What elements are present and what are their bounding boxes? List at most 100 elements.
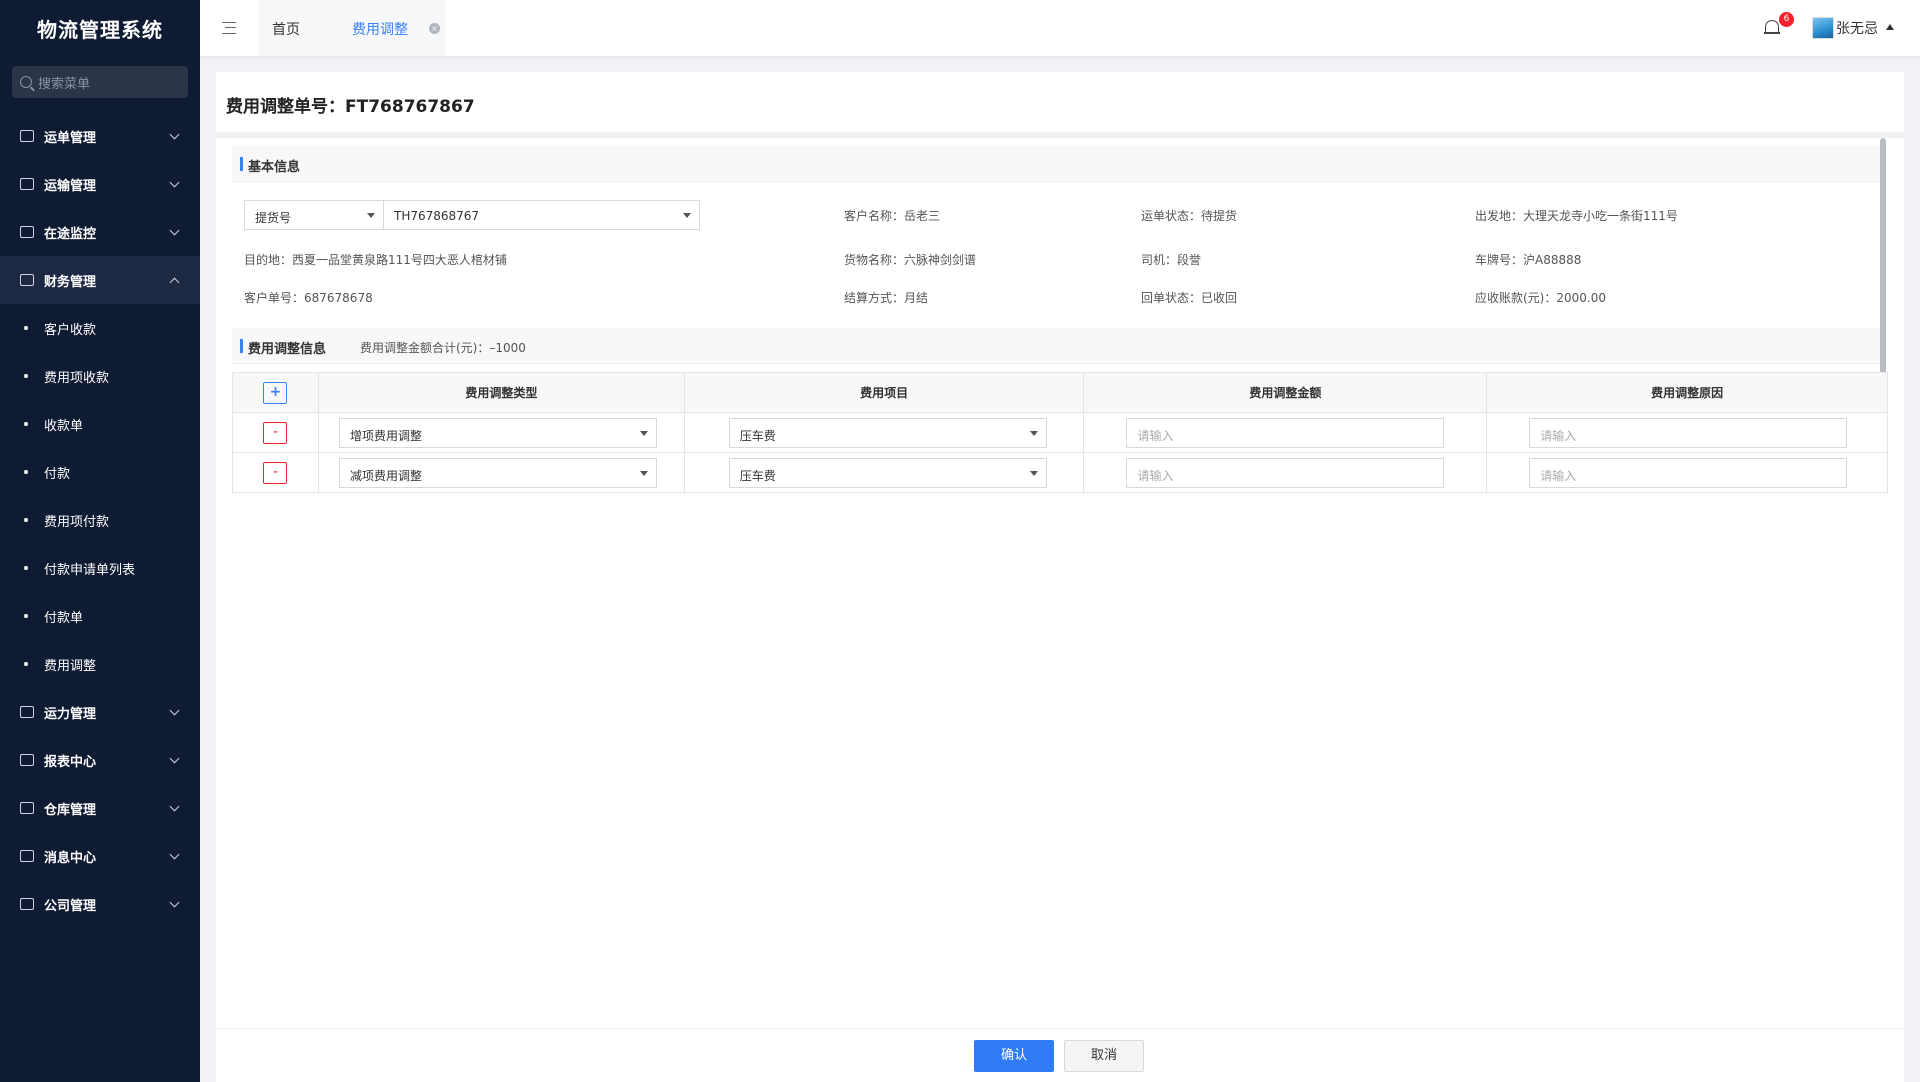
remove-row-button[interactable]: -	[263, 421, 288, 444]
tab-close-icon[interactable]: ×	[429, 23, 440, 34]
caret-up-icon[interactable]	[1886, 24, 1894, 30]
fee-item-select[interactable]: 压车费	[728, 458, 1047, 488]
fee-item-value: 压车费	[739, 429, 776, 443]
waybill-status: 运单状态：待提货	[1141, 209, 1238, 223]
sidebar-item-label: 公司管理	[44, 898, 97, 914]
bell-icon	[20, 850, 34, 862]
remove-row-button[interactable]: -	[263, 461, 288, 484]
type-cell: 减项费用调整	[317, 452, 685, 493]
sidebar-item-warehouse[interactable]: 仓库管理	[0, 784, 200, 832]
customer-order-no: 客户单号：687678678	[244, 291, 373, 305]
add-row-button[interactable]: +	[263, 381, 288, 404]
page-title: 费用调整单号：FT768767867	[226, 97, 475, 117]
row-action-cell: -	[232, 412, 319, 453]
table-row: - 减项费用调整 压车费 请输入 请输入	[232, 452, 1888, 493]
col-header-amount: 费用调整金额	[1083, 372, 1488, 413]
cancel-button[interactable]: 取消	[1064, 1040, 1144, 1072]
adjust-type-value: 增项费用调整	[349, 429, 422, 443]
receipt-status: 回单状态：已收回	[1141, 291, 1238, 305]
table-row: - 增项费用调整 压车费 请输入 请输入	[232, 412, 1888, 453]
section-accent-bar	[240, 157, 243, 171]
pickup-no-select[interactable]: TH767868767	[383, 200, 700, 230]
sidebar-subitem-payment-order[interactable]: 付款单	[0, 592, 200, 640]
sidebar-item-company[interactable]: 公司管理	[0, 880, 200, 928]
truck-icon	[20, 178, 34, 190]
building-icon	[20, 898, 34, 910]
goods-name: 货物名称：六脉神剑剑谱	[844, 253, 977, 267]
sidebar-item-tracking[interactable]: 在途监控	[0, 208, 200, 256]
adjust-total: 费用调整金额合计(元)：–1000	[360, 341, 526, 355]
tab-fee-adjust[interactable]: 费用调整	[352, 19, 408, 39]
title-card: 费用调整单号：FT768767867	[216, 72, 1904, 132]
sidebar-item-label: 财务管理	[44, 274, 97, 290]
add-row-cell: +	[232, 372, 319, 413]
reason-cell: 请输入	[1486, 452, 1888, 493]
pickup-type-select[interactable]: 提货号	[244, 200, 384, 230]
adjust-reason-input[interactable]: 请输入	[1529, 458, 1848, 488]
dropdown-arrow-icon	[639, 471, 648, 476]
pickup-type-value: 提货号	[255, 211, 292, 225]
settlement-method: 结算方式：月结	[844, 291, 929, 305]
amount-cell: 请输入	[1083, 412, 1488, 453]
sidebar-item-waybill[interactable]: 运单管理	[0, 112, 200, 160]
notification-bell-icon[interactable]	[1764, 18, 1780, 36]
adjust-type-select[interactable]: 减项费用调整	[338, 458, 657, 488]
sidebar-subitem-receipt-order[interactable]: 收款单	[0, 400, 200, 448]
adjust-type-select[interactable]: 增项费用调整	[338, 418, 657, 448]
sidebar-item-label: 运单管理	[44, 130, 97, 146]
dropdown-arrow-icon	[639, 431, 648, 436]
pickup-no-value: TH767868767	[394, 209, 480, 223]
chevron-down-icon	[169, 753, 180, 764]
tab-home[interactable]: 首页	[272, 19, 300, 39]
document-icon	[20, 130, 34, 142]
footer-bar: 确认 取消	[216, 1028, 1904, 1082]
fee-item-select[interactable]: 压车费	[728, 418, 1047, 448]
sidebar-item-label: 报表中心	[44, 754, 97, 770]
section-accent-bar	[240, 339, 243, 353]
avatar[interactable]	[1812, 17, 1834, 39]
warehouse-icon	[20, 802, 34, 814]
sidebar-item-label: 仓库管理	[44, 802, 97, 818]
sidebar-item-reports[interactable]: 报表中心	[0, 736, 200, 784]
search-icon	[20, 76, 32, 88]
user-name[interactable]: 张无忌	[1836, 18, 1878, 38]
reason-cell: 请输入	[1486, 412, 1888, 453]
adjust-type-value: 减项费用调整	[349, 469, 422, 483]
sidebar-subitem-customer-receipt[interactable]: 客户收款	[0, 304, 200, 352]
sidebar-subitem-payment-request-list[interactable]: 付款申请单列表	[0, 544, 200, 592]
chevron-down-icon	[169, 225, 180, 236]
dropdown-arrow-icon	[683, 213, 691, 218]
adjust-info-header: 费用调整信息 费用调整金额合计(元)：–1000	[232, 328, 1880, 364]
sidebar-subitem-fee-payment[interactable]: 费用项付款	[0, 496, 200, 544]
sidebar-item-transport[interactable]: 运输管理	[0, 160, 200, 208]
adjust-amount-input[interactable]: 请输入	[1126, 458, 1445, 488]
vertical-scrollbar[interactable]	[1880, 138, 1886, 412]
menu-search-input[interactable]: 搜索菜单	[12, 66, 188, 98]
sidebar-item-messages[interactable]: 消息中心	[0, 832, 200, 880]
item-cell: 压车费	[683, 412, 1085, 453]
customer-name: 客户名称：岳老三	[844, 209, 941, 223]
amount-cell: 请输入	[1083, 452, 1488, 493]
chart-icon	[20, 754, 34, 766]
adjust-reason-input[interactable]: 请输入	[1529, 418, 1848, 448]
menu-toggle-icon[interactable]	[222, 22, 236, 34]
row-action-cell: -	[232, 452, 319, 493]
receivable-amount: 应收账款(元)：2000.00	[1475, 291, 1606, 305]
sidebar-subitem-fee-receipt[interactable]: 费用项收款	[0, 352, 200, 400]
plate-number: 车牌号：沪A88888	[1475, 253, 1582, 267]
sidebar-subitem-payment[interactable]: 付款	[0, 448, 200, 496]
sidebar-item-label: 消息中心	[44, 850, 97, 866]
sidebar: 物流管理系统 搜索菜单 运单管理 运输管理 在途监控 财务管理 客户收款 费用项…	[0, 0, 200, 1082]
dropdown-arrow-icon	[367, 213, 375, 218]
sidebar-subitem-fee-adjust[interactable]: 费用调整	[0, 640, 200, 688]
top-header: 首页 费用调整 × 6 张无忌	[200, 0, 1920, 56]
main-content: 基本信息 提货号 TH767868767 客户名称：岳老三 运单状态：待提货 出…	[216, 138, 1904, 1028]
adjust-amount-input[interactable]: 请输入	[1126, 418, 1445, 448]
confirm-button[interactable]: 确认	[974, 1040, 1054, 1072]
sidebar-item-capacity[interactable]: 运力管理	[0, 688, 200, 736]
search-placeholder: 搜索菜单	[38, 76, 91, 92]
sidebar-item-finance[interactable]: 财务管理	[0, 256, 200, 304]
driver: 司机：段誉	[1141, 253, 1202, 267]
chevron-down-icon	[169, 705, 180, 716]
col-header-item: 费用项目	[683, 372, 1085, 413]
